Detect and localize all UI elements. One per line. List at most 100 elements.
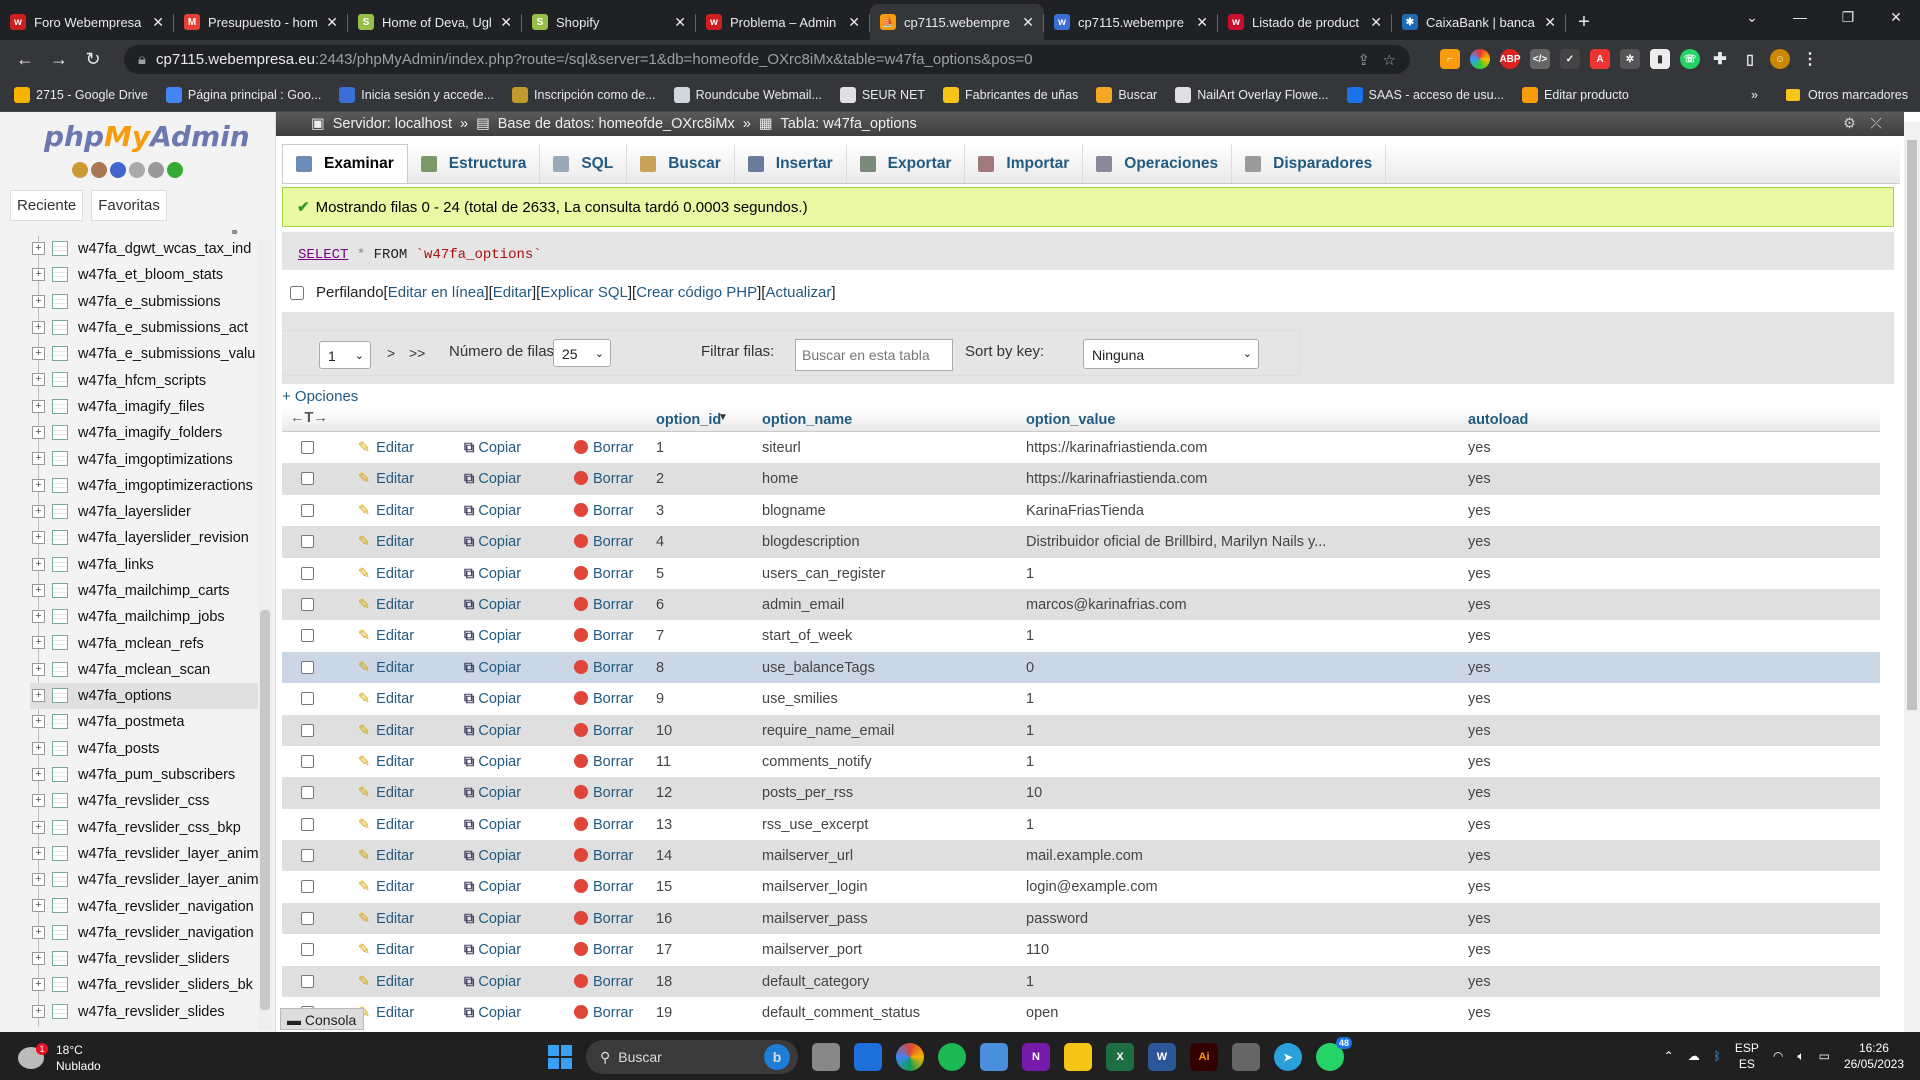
- excel-icon[interactable]: X: [1106, 1043, 1134, 1071]
- expand-icon[interactable]: +: [32, 373, 45, 387]
- table-tree-item[interactable]: + w47fa_links: [30, 552, 260, 578]
- browser-tab[interactable]: w Foro Webempresa ✕: [0, 4, 174, 40]
- browser-tab[interactable]: w cp7115.webempre ✕: [1044, 4, 1218, 40]
- table-tree-item[interactable]: + w47fa_revslider_sliders: [30, 946, 260, 972]
- task-view-icon[interactable]: [812, 1043, 840, 1071]
- exit-icon[interactable]: [91, 162, 107, 178]
- expand-icon[interactable]: +: [32, 689, 45, 703]
- expand-icon[interactable]: +: [32, 952, 45, 966]
- code-icon[interactable]: </>: [1530, 49, 1550, 69]
- telegram-icon[interactable]: ➤: [1274, 1043, 1302, 1071]
- bookmark-item[interactable]: Editar producto: [1522, 86, 1629, 103]
- row-checkbox[interactable]: [301, 472, 314, 486]
- table-tree-item[interactable]: + w47fa_mclean_scan: [30, 657, 260, 683]
- bookmark-star-icon[interactable]: ☆: [1383, 51, 1396, 69]
- whatsapp-icon[interactable]: ☏: [1680, 49, 1700, 69]
- edit-button[interactable]: ✎ Editar: [358, 660, 414, 676]
- tab-close-icon[interactable]: ✕: [1196, 14, 1208, 31]
- address-bar[interactable]: 🔒︎ cp7115.webempresa.eu :2443/phpMyAdmin…: [124, 45, 1410, 74]
- tab-buscar[interactable]: Buscar: [627, 144, 735, 183]
- profiling-link[interactable]: Editar: [493, 284, 532, 301]
- row-checkbox[interactable]: [301, 503, 314, 517]
- close-window-button[interactable]: ✕: [1872, 0, 1920, 34]
- table-tree-item[interactable]: + w47fa_imgoptimizations: [30, 446, 260, 472]
- table-tree-item[interactable]: + w47fa_et_bloom_stats: [30, 262, 260, 288]
- menu-kebab-icon[interactable]: ⋮: [1800, 49, 1820, 69]
- bookmark-item[interactable]: Buscar: [1096, 86, 1157, 103]
- main-scrollbar[interactable]: [1904, 122, 1920, 1032]
- edit-button[interactable]: ✎ Editar: [358, 848, 414, 864]
- copy-button[interactable]: ⧉ Copiar: [464, 534, 521, 550]
- edit-button[interactable]: ✎ Editar: [358, 503, 414, 519]
- expand-icon[interactable]: +: [32, 531, 45, 545]
- delete-button[interactable]: Borrar: [574, 942, 633, 958]
- tab-sql[interactable]: SQL: [540, 144, 628, 183]
- next-page-button[interactable]: >: [387, 345, 395, 361]
- browser-tab[interactable]: ⛵ cp7115.webempre ✕: [870, 4, 1044, 40]
- language-indicator[interactable]: ESP ES: [1735, 1040, 1759, 1072]
- delete-button[interactable]: Borrar: [574, 534, 633, 550]
- onedrive-icon[interactable]: ☁: [1688, 1049, 1700, 1063]
- table-tree-item[interactable]: + w47fa_e_submissions_act: [30, 315, 260, 341]
- delete-button[interactable]: Borrar: [574, 910, 633, 927]
- edit-button[interactable]: ✎ Editar: [358, 534, 414, 550]
- docs-icon[interactable]: [129, 162, 145, 178]
- edit-button[interactable]: ✎ Editar: [358, 566, 414, 582]
- help-icon[interactable]: [110, 162, 126, 178]
- delete-button[interactable]: Borrar: [574, 879, 633, 895]
- expand-icon[interactable]: +: [32, 478, 45, 492]
- row-checkbox[interactable]: [301, 723, 314, 737]
- row-checkbox[interactable]: [301, 849, 314, 863]
- bookmark-item[interactable]: Página principal : Goo...: [165, 86, 321, 103]
- table-tree-item[interactable]: + w47fa_mailchimp_carts: [30, 578, 260, 604]
- bookmark-item[interactable]: Fabricantes de uñas: [943, 86, 1078, 103]
- battery-icon[interactable]: ▭: [1819, 1049, 1830, 1063]
- chevron-up-icon[interactable]: ⌃: [1664, 1049, 1674, 1063]
- delete-button[interactable]: Borrar: [574, 440, 633, 456]
- word-icon[interactable]: W: [1148, 1043, 1176, 1071]
- delete-button[interactable]: Borrar: [574, 628, 633, 644]
- table-tree-item[interactable]: + w47fa_mailchimp_jobs: [30, 604, 260, 630]
- breadcrumb-server[interactable]: Servidor: localhost: [333, 116, 452, 132]
- last-page-button[interactable]: >>: [409, 345, 425, 361]
- bookmark-item[interactable]: Roundcube Webmail...: [673, 86, 822, 103]
- bluetooth-icon[interactable]: ᛒ: [1714, 1049, 1721, 1063]
- table-tree-item[interactable]: + w47fa_revslider_slides: [30, 999, 260, 1025]
- table-tree-item[interactable]: + w47fa_dgwt_wcas_tax_ind: [30, 236, 260, 262]
- copy-button[interactable]: ⧉ Copiar: [464, 440, 521, 456]
- copy-button[interactable]: ⧉ Copiar: [464, 471, 521, 487]
- edit-button[interactable]: ✎ Editar: [358, 723, 414, 739]
- expand-icon[interactable]: +: [32, 320, 45, 334]
- expand-icon[interactable]: +: [32, 662, 45, 676]
- delete-button[interactable]: Borrar: [574, 973, 633, 990]
- tab-exportar[interactable]: Exportar: [847, 144, 966, 183]
- tab-close-icon[interactable]: ✕: [152, 14, 164, 31]
- delete-button[interactable]: Borrar: [574, 722, 633, 739]
- doc-icon[interactable]: ▮: [1650, 49, 1670, 69]
- gear-ext-icon[interactable]: ✲: [1620, 49, 1640, 69]
- table-tree-item[interactable]: + w47fa_mclean_refs: [30, 630, 260, 656]
- extension-color-icon[interactable]: [1470, 49, 1490, 69]
- profiling-link[interactable]: Crear código PHP: [636, 284, 757, 301]
- delete-button[interactable]: Borrar: [574, 753, 633, 770]
- table-tree-item[interactable]: + w47fa_revslider_layer_anim: [30, 867, 260, 893]
- row-checkbox[interactable]: [301, 566, 314, 580]
- profiling-link[interactable]: Explicar SQL: [540, 284, 628, 301]
- row-checkbox[interactable]: [301, 441, 314, 454]
- edit-button[interactable]: ✎ Editar: [358, 440, 414, 456]
- bookmarks-more[interactable]: »: [1751, 88, 1758, 102]
- delete-button[interactable]: Borrar: [574, 848, 633, 864]
- delete-button[interactable]: Borrar: [574, 659, 633, 676]
- expand-icon[interactable]: +: [32, 636, 45, 650]
- browser-tab[interactable]: ✱ CaixaBank | banca ✕: [1392, 4, 1566, 40]
- bookmark-item[interactable]: SEUR NET: [839, 86, 925, 103]
- volume-icon[interactable]: 🔈︎: [1797, 1049, 1804, 1064]
- explorer-icon[interactable]: [1064, 1043, 1092, 1071]
- expand-icon[interactable]: +: [32, 426, 45, 440]
- browser-tab[interactable]: S Home of Deva, Ugl ✕: [348, 4, 522, 40]
- copy-button[interactable]: ⧉ Copiar: [464, 974, 521, 990]
- start-button[interactable]: [548, 1045, 572, 1069]
- tab-close-icon[interactable]: ✕: [500, 14, 512, 31]
- table-tree-item[interactable]: + w47fa_e_submissions_valu: [30, 341, 260, 367]
- edit-button[interactable]: ✎ Editar: [358, 1005, 414, 1021]
